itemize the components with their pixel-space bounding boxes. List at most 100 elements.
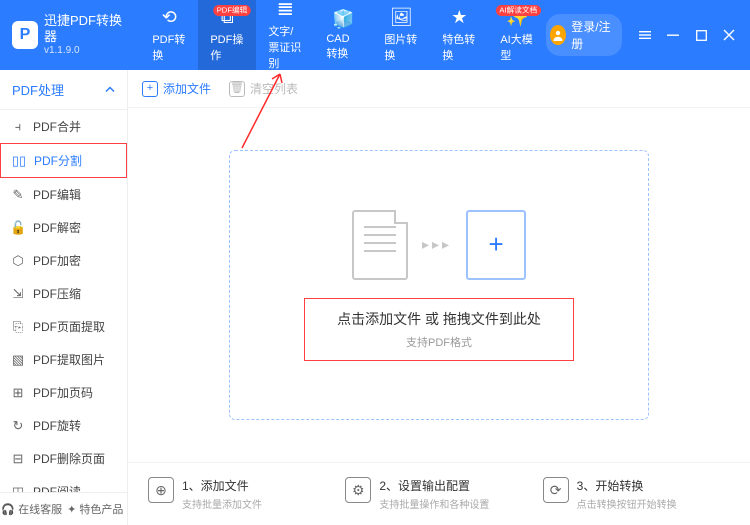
sidebar-item-0[interactable]: ⫞ PDF合并 [0,110,127,143]
add-box-icon: + [466,210,526,280]
login-label: 登录/注册 [571,18,612,52]
drop-zone[interactable]: ▸▸▸ + 点击添加文件 或 拖拽文件到此处 支持PDF格式 [229,150,649,420]
sidebar-item-label: PDF阅读 [33,483,81,492]
document-icon [352,210,408,280]
support-link[interactable]: 🎧在线客服 [0,493,64,525]
sidebar-section-header[interactable]: PDF处理 [0,70,127,110]
step-title: 2、设置输出配置 [379,477,489,494]
sidebar-item-label: PDF合并 [33,118,81,135]
close-button[interactable] [716,23,742,47]
drop-zone-graphic: ▸▸▸ + [352,210,526,280]
step-2: ⚙ 2、设置输出配置支持批量操作和各种设置 [345,477,532,511]
sidebar-item-label: PDF加页码 [33,384,93,401]
step-icon: ⟳ [543,477,569,503]
step-1: ⊕1、添加文件支持批量添加文件 [148,477,335,511]
sidebar-item-icon: ⫞ [10,119,26,135]
headset-icon: 🎧 [1,503,15,516]
sidebar: PDF处理 ⫞ PDF合并 ▯▯ PDF分割 ✎ PDF编辑 🔓 PDF解密 ⬡ PDF加密 ⇲ PD… [0,70,128,525]
top-tab-3[interactable]: 🧊CAD转换 [314,0,372,70]
sidebar-item-icon: ◫ [10,484,26,493]
app-logo-icon: P [12,21,38,49]
sidebar-item-icon: ↻ [10,418,26,434]
dots-icon: ▸▸▸ [422,236,452,253]
sidebar-item-2[interactable]: ✎ PDF编辑 [0,178,127,211]
main-panel: + 添加文件 🗑 清空列表 ▸▸▸ + 点击添加文件 或 拖拽文件到此处 [128,70,750,525]
tab-icon: 🖼 [390,7,413,28]
drop-zone-line2: 支持PDF格式 [337,334,541,350]
tab-label: CAD转换 [326,33,360,61]
maximize-button[interactable] [688,23,714,47]
sidebar-item-11[interactable]: ◫ PDF阅读 [0,475,127,492]
minimize-button[interactable] [660,23,686,47]
featured-link[interactable]: ✦特色产品 [64,493,128,525]
sidebar-list: ⫞ PDF合并 ▯▯ PDF分割 ✎ PDF编辑 🔓 PDF解密 ⬡ PDF加密 ⇲ PDF压缩 ⎘PD… [0,110,127,492]
tab-label: AI大模型 [500,31,534,63]
tab-label: PDF操作 [210,31,244,63]
top-tab-6[interactable]: AI解读文档✨AI大模型 [488,0,546,70]
step-desc: 点击转换按钮开始转换 [577,496,677,511]
top-tab-0[interactable]: ⟲ PDF转换 [140,0,198,70]
toolbar: + 添加文件 🗑 清空列表 [128,70,750,108]
login-button[interactable]: 登录/注册 [546,14,622,56]
sidebar-item-label: PDF分割 [34,152,82,169]
avatar-icon [550,25,566,45]
top-tab-5[interactable]: ★特色转换 [430,0,488,70]
star-icon: ✦ [67,503,76,516]
sidebar-item-label: PDF提取图片 [33,351,105,368]
logo-area: P 迅捷PDF转换器 v1.1.9.0 [0,0,140,70]
sidebar-item-1[interactable]: ▯▯ PDF分割 [0,143,127,178]
sidebar-item-label: PDF删除页面 [33,450,105,467]
step-icon: ⚙ [345,477,371,503]
tab-icon: ⟲ [162,7,177,28]
tab-badge: AI解读文档 [496,5,541,16]
step-3: ⟳ 3、开始转换点击转换按钮开始转换 [543,477,730,511]
clear-list-button[interactable]: 🗑 清空列表 [229,80,298,97]
top-tab-2[interactable]: 𝌆 文字/票证识别 [256,0,314,70]
sidebar-item-icon: ▯▯ [11,153,27,169]
chevron-up-icon [105,86,115,93]
tab-badge: PDF编辑 [214,5,251,16]
top-tab-1[interactable]: PDF编辑⧉PDF操作 [198,0,256,70]
step-desc: 支持批量操作和各种设置 [379,496,489,511]
sidebar-item-label: PDF旋转 [33,417,81,434]
sidebar-item-9[interactable]: ↻ PDF旋转 [0,409,127,442]
menu-button[interactable] [632,23,658,47]
sidebar-item-8[interactable]: ⊞ PDF加页码 [0,376,127,409]
trash-icon: 🗑 [229,81,245,97]
app-header: P 迅捷PDF转换器 v1.1.9.0 ⟲ PDF转换 PDF编辑⧉PDF操作 𝌆 文字… [0,0,750,70]
top-tabs: ⟲ PDF转换 PDF编辑⧉PDF操作 𝌆 文字/票证识别 🧊CAD转换 🖼 图片转换 ★特色转… [140,0,546,70]
step-desc: 支持批量添加文件 [182,496,262,511]
plus-icon: + [142,81,158,97]
sidebar-item-icon: ⊞ [10,385,26,401]
top-tab-4[interactable]: 🖼 图片转换 [372,0,430,70]
sidebar-item-label: PDF解密 [33,219,81,236]
app-version: v1.1.9.0 [44,45,128,57]
sidebar-item-label: PDF加密 [33,252,81,269]
app-title: 迅捷PDF转换器 [44,13,128,44]
sidebar-item-label: PDF编辑 [33,186,81,203]
step-icon: ⊕ [148,477,174,503]
drop-zone-line1: 点击添加文件 或 拖拽文件到此处 [337,309,541,329]
steps-bar: ⊕1、添加文件支持批量添加文件 ⚙ 2、设置输出配置支持批量操作和各种设置 ⟳ 3、开始… [128,462,750,525]
step-title: 3、开始转换 [577,477,677,494]
sidebar-item-icon: 🔓 [10,220,26,236]
sidebar-item-7[interactable]: ▧PDF提取图片 [0,343,127,376]
sidebar-item-10[interactable]: ⊟ PDF删除页面 [0,442,127,475]
sidebar-item-label: PDF压缩 [33,285,81,302]
tab-icon: 𝌆 [277,0,293,20]
tab-label: PDF转换 [152,31,186,63]
sidebar-item-6[interactable]: ⎘PDF页面提取 [0,310,127,343]
tab-icon: ★ [451,7,467,28]
sidebar-item-3[interactable]: 🔓 PDF解密 [0,211,127,244]
sidebar-item-icon: ✎ [10,187,26,203]
sidebar-item-label: PDF页面提取 [33,318,105,335]
tab-label: 文字/票证识别 [268,23,302,71]
sidebar-item-icon: ⬡ [10,253,26,269]
add-file-button[interactable]: + 添加文件 [142,80,211,97]
sidebar-header-label: PDF处理 [12,80,64,99]
sidebar-item-icon: ⇲ [10,286,26,302]
sidebar-item-icon: ⊟ [10,451,26,467]
sidebar-item-5[interactable]: ⇲ PDF压缩 [0,277,127,310]
tab-label: 图片转换 [384,31,418,63]
sidebar-item-4[interactable]: ⬡ PDF加密 [0,244,127,277]
